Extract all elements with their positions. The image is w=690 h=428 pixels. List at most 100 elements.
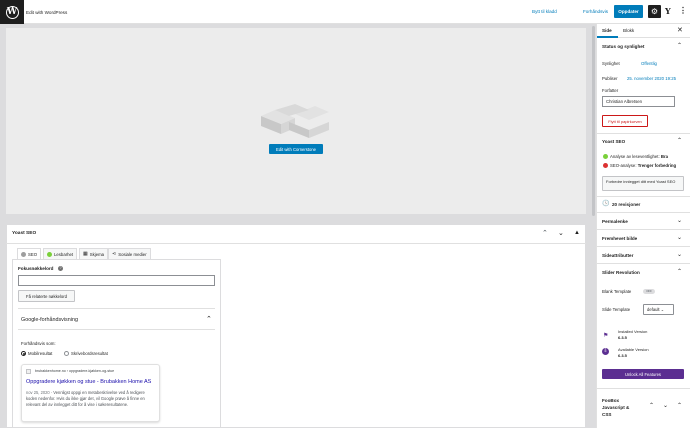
divider: [597, 246, 690, 247]
divider: [597, 388, 690, 389]
revisions-clock-icon: 🕓: [602, 201, 610, 207]
mobile-result-radio[interactable]: [21, 351, 26, 356]
preview-as-label: Forhåndsvis som:: [21, 341, 56, 346]
share-icon: ⋖: [112, 251, 117, 257]
chevron-down-icon: ⌄: [660, 307, 665, 312]
readability-value: Bra: [660, 154, 669, 159]
unlock-all-features-button[interactable]: Unlock All Features: [602, 369, 684, 379]
slide-template-value: default: [647, 307, 660, 312]
divider: [597, 133, 690, 134]
tab-social[interactable]: ⋖ Sosiale medier: [108, 248, 151, 259]
divider: [597, 229, 690, 230]
serp-title[interactable]: Oppgradere kjøkken og stue - Brubakken H…: [26, 379, 151, 385]
chevron-down-icon[interactable]: ⌄: [677, 251, 682, 258]
visibility-label: Synlighet: [602, 61, 620, 66]
yoast-icon[interactable]: Y: [665, 6, 674, 17]
flag-icon: ⚑: [603, 333, 609, 339]
yoast-meta-box-title: Yoast SEO: [12, 231, 37, 236]
author-label: Forfatter: [602, 88, 619, 93]
tab-readability[interactable]: Lesbarhet: [43, 248, 78, 259]
wordpress-logo-icon[interactable]: W: [0, 0, 24, 24]
canvas-scrollbar-thumb[interactable]: [592, 26, 595, 216]
available-version-label: Available Version: [618, 347, 649, 352]
seo-score-icon: [21, 251, 26, 257]
divider: [597, 263, 690, 264]
get-related-keywords-button[interactable]: Få relaterte nøkkelord: [18, 290, 75, 302]
cornerstone-logo-icon: [261, 104, 329, 138]
switch-to-draft-button[interactable]: Bytt til kladd: [532, 9, 557, 14]
installed-version-value: 6.3.5: [618, 335, 627, 340]
seo-value: Trenger forbedring: [637, 163, 677, 168]
status-visibility-heading[interactable]: Status og synlighet: [602, 44, 644, 49]
tab-schema[interactable]: ▦ Skjema: [79, 248, 109, 259]
divider: [597, 212, 690, 213]
favicon-icon: [26, 369, 31, 374]
chevron-down-icon[interactable]: ⌄: [677, 217, 682, 224]
divider: [18, 308, 215, 309]
slider-revolution-heading[interactable]: Slider Revolution: [602, 270, 640, 275]
revisions-link[interactable]: 20 revisjoner: [612, 202, 640, 207]
chevron-up-icon[interactable]: ⌃: [677, 42, 682, 49]
readability-score-icon: [47, 251, 52, 257]
desktop-result-radio[interactable]: [64, 351, 69, 356]
yoast-meta-box-header: [6, 224, 586, 244]
installed-version-label: Installed Version: [618, 329, 648, 334]
blank-template-toggle[interactable]: OFF: [643, 289, 655, 294]
close-icon[interactable]: ✕: [677, 26, 683, 34]
publish-date[interactable]: 25. november 2020 19:25: [627, 76, 676, 81]
schema-grid-icon: ▦: [83, 251, 88, 257]
more-options-icon[interactable]: ⋮: [679, 5, 687, 17]
preview-button[interactable]: Forhåndsvis: [583, 9, 608, 14]
chevron-up-icon[interactable]: ⌃: [677, 137, 682, 144]
move-to-trash-button[interactable]: Flytt til papirkurven: [602, 115, 648, 127]
focus-keyword-input[interactable]: [18, 275, 215, 286]
chevron-down-icon[interactable]: ⌄: [677, 234, 682, 241]
divider: [18, 329, 215, 330]
move-down-icon[interactable]: ⌄: [663, 402, 668, 409]
focus-keyword-label: Fokusnøkkelord: [18, 266, 54, 271]
serp-description[interactable]: nov 25, 2020 ⋅ Vennligst oppgi en metabe…: [26, 390, 156, 408]
featured-image-heading[interactable]: Fremhevet bilde: [602, 236, 637, 241]
mobile-result-label[interactable]: Mobilresultat: [28, 351, 52, 356]
editor-title: Edit with WordPress: [26, 10, 68, 15]
foobox-line: FooBox: [602, 398, 620, 403]
tab-label: Sosiale medier: [118, 251, 147, 257]
readability-good-icon: [603, 154, 608, 159]
settings-sidebar: [596, 24, 690, 428]
help-icon[interactable]: ?: [58, 266, 63, 271]
foobox-line: CSS: [602, 412, 612, 417]
serp-url[interactable]: brubakkenhome.no › oppgradere-kjøkken-og…: [35, 369, 114, 373]
seo-label: SEO-analyse:: [610, 163, 637, 168]
author-select[interactable]: Christian Albretsen: [602, 96, 675, 107]
permalink-heading[interactable]: Permalenke: [602, 219, 628, 224]
toggle-panel-icon[interactable]: ▲: [574, 230, 580, 236]
yoast-sidebar-heading[interactable]: Yoast SEO: [602, 139, 625, 144]
tab-label: Lesbarhet: [54, 251, 74, 257]
edit-with-cornerstone-button[interactable]: Edit with Cornerstone: [269, 144, 323, 154]
readability-analysis[interactable]: Analyse av leseventlighet: Bra: [610, 154, 668, 159]
move-down-icon[interactable]: ⌄: [558, 229, 564, 237]
seo-analysis[interactable]: SEO-analyse: Trenger forbedring: [610, 163, 676, 168]
chevron-up-icon[interactable]: ⌃: [677, 268, 682, 275]
google-preview-heading[interactable]: Google-forhåndsvisning: [21, 317, 78, 323]
serp-date: nov 25, 2020: [26, 390, 50, 395]
tab-block[interactable]: Blokk: [623, 28, 634, 33]
move-up-icon[interactable]: ⌃: [649, 402, 654, 409]
move-up-icon[interactable]: ⌃: [542, 229, 548, 237]
improve-with-yoast-button[interactable]: Forbedre innlegget ditt med Yoast SEO: [602, 176, 684, 191]
settings-gear-icon[interactable]: ⚙: [648, 5, 661, 18]
blank-template-label: Blank Template: [602, 289, 632, 294]
chevron-up-icon[interactable]: ⌃: [206, 315, 212, 323]
desktop-result-label[interactable]: Skrivebordsresultat: [71, 351, 108, 356]
visibility-value[interactable]: Offentlig: [641, 61, 657, 66]
foobox-heading[interactable]: FooBox Javascript & CSS: [602, 397, 629, 418]
slide-template-select[interactable]: default ⌄: [643, 304, 674, 315]
active-tab-indicator: [597, 36, 618, 38]
chevron-up-icon[interactable]: ⌃: [677, 402, 682, 409]
download-cloud-icon: ⇩: [602, 348, 609, 355]
publish-label: Publiser: [602, 76, 618, 81]
update-button[interactable]: Oppdater: [614, 5, 643, 18]
page-attributes-heading[interactable]: Sideattributter: [602, 253, 633, 258]
tab-page[interactable]: Side: [602, 28, 612, 33]
seo-bad-icon: [603, 163, 608, 168]
